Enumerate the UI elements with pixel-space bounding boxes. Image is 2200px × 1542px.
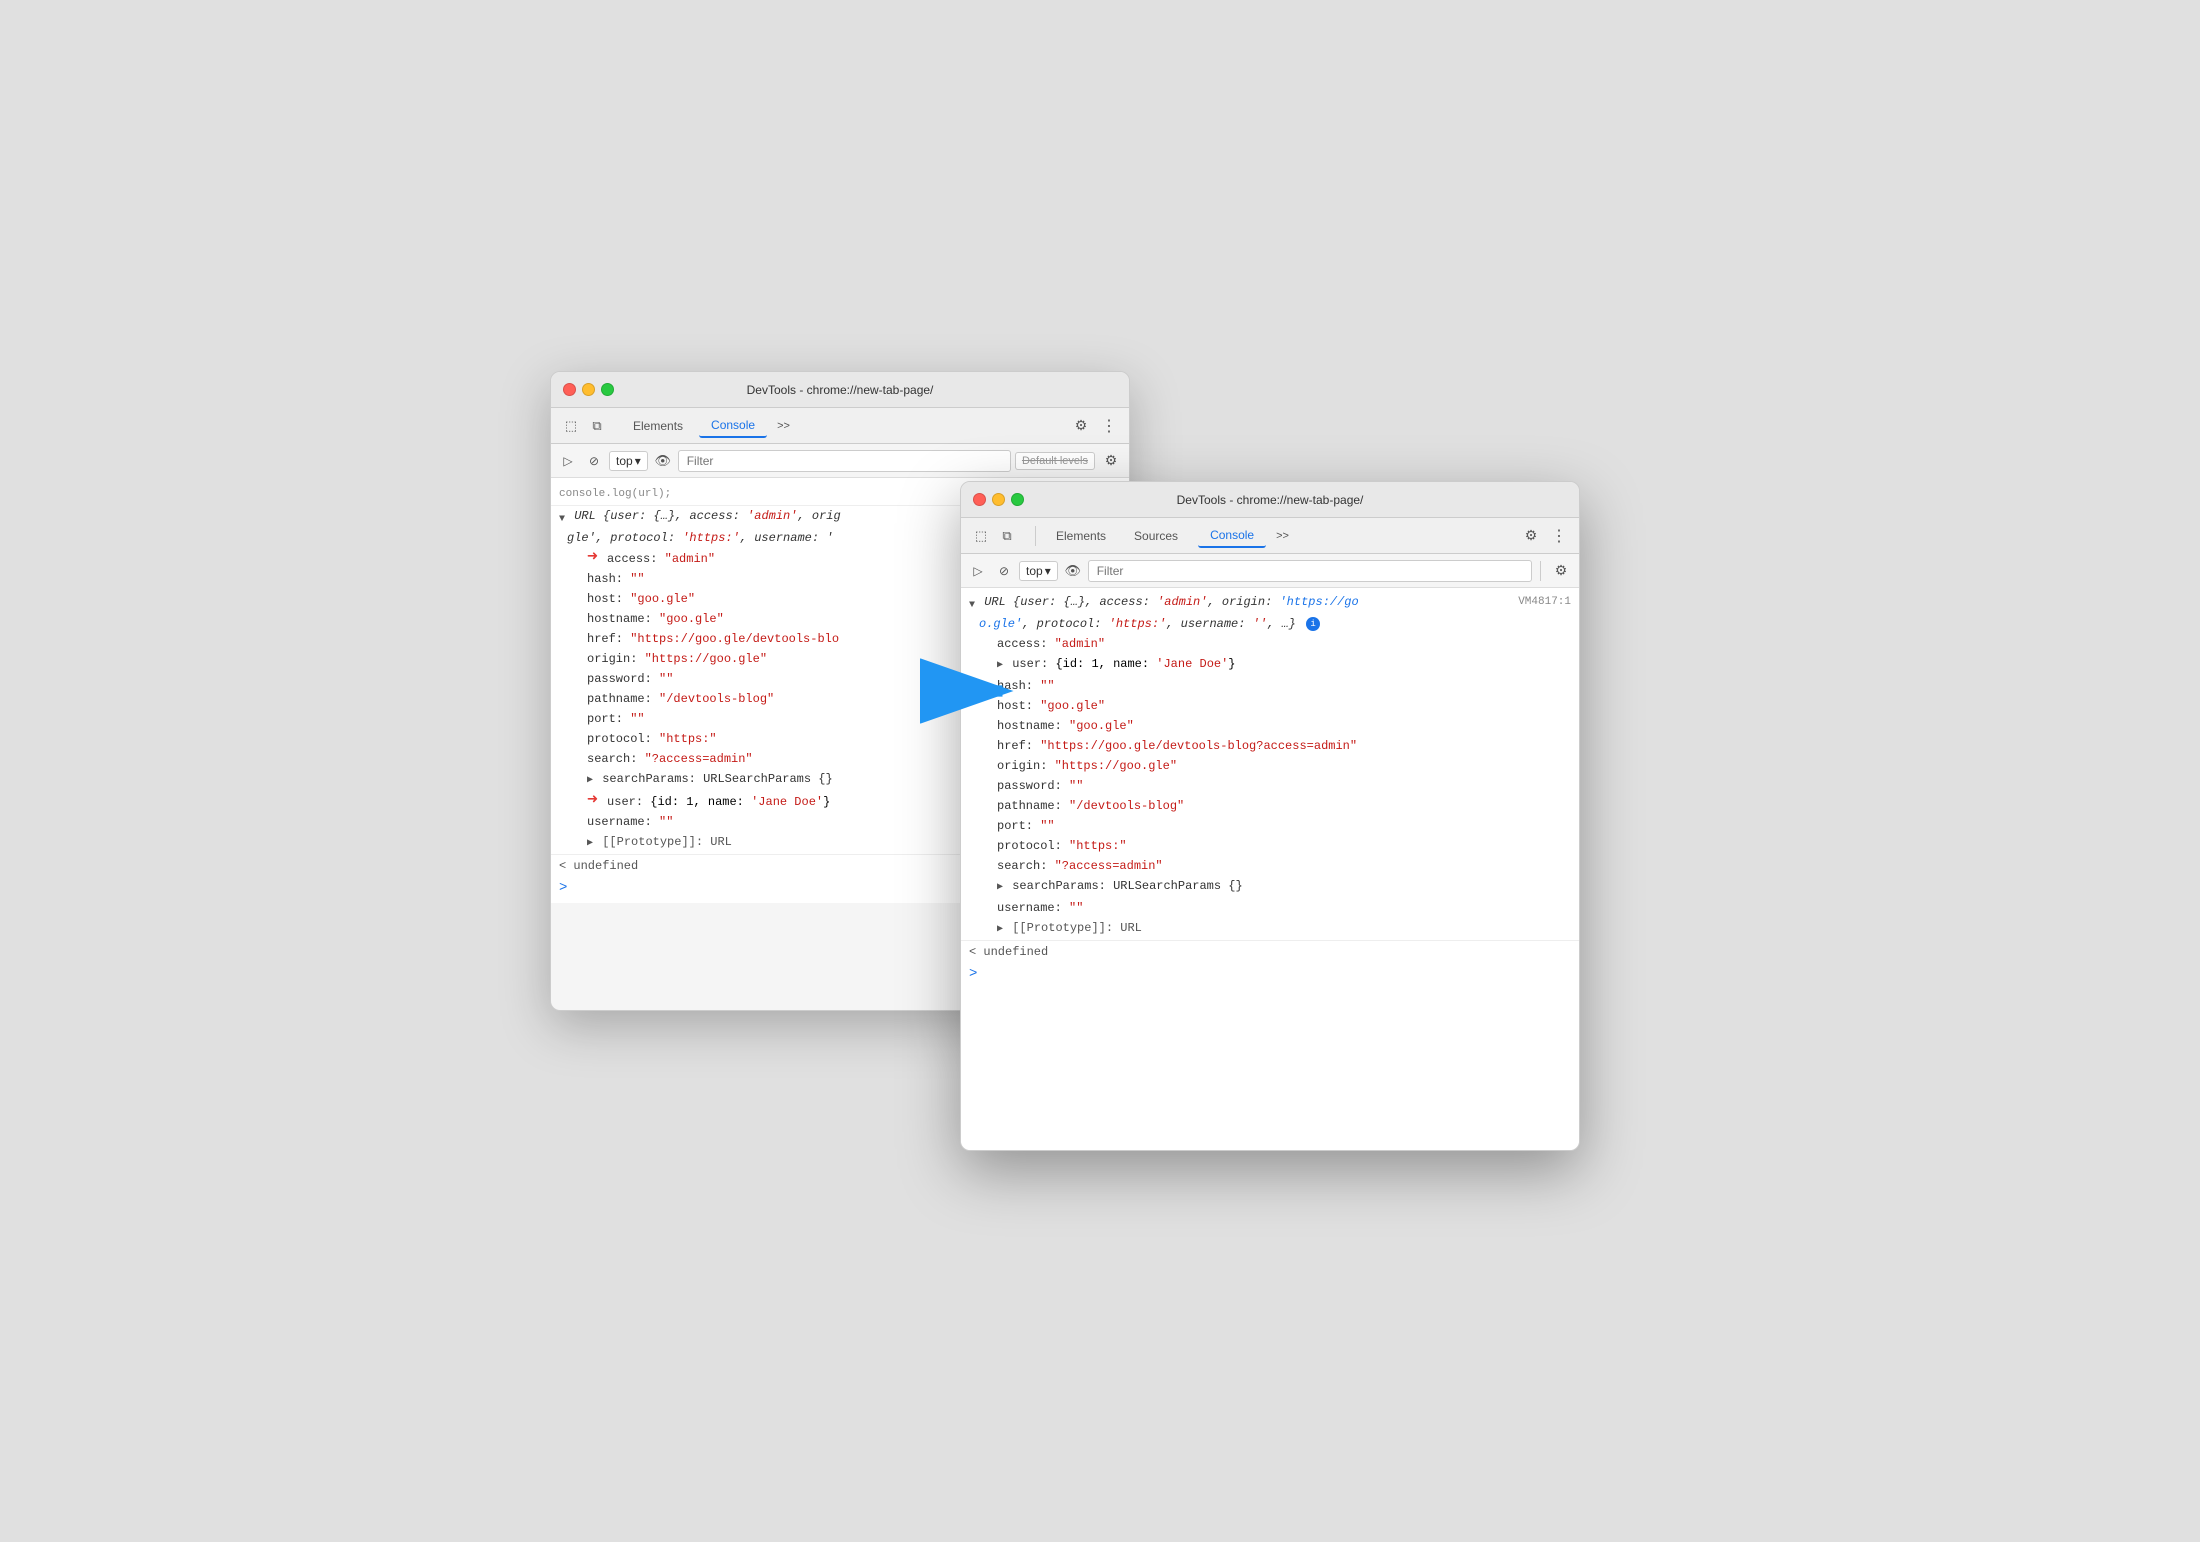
clear-icon-front[interactable]: ▷ bbox=[967, 560, 989, 582]
href-line-front: href: "https://goo.gle/devtools-blog?acc… bbox=[961, 736, 1579, 756]
search-line-front: search: "?access=admin" bbox=[961, 856, 1579, 876]
filter-input-back[interactable] bbox=[678, 450, 1011, 472]
tabs-row-front: ⬚ ⧉ Elements Sources Console >> ⚙ ⋮ bbox=[961, 518, 1579, 554]
minimize-button-front[interactable] bbox=[992, 493, 1005, 506]
url-obj-line-front: VM4817:1 ▼ URL {user: {…}, access: 'admi… bbox=[961, 592, 1579, 614]
settings-icon-back[interactable]: ⚙ bbox=[1069, 414, 1093, 438]
pathname-line-front: pathname: "/devtools-blog" bbox=[961, 796, 1579, 816]
ban-icon-back[interactable]: ⊘ bbox=[583, 450, 605, 472]
top-label-front: top bbox=[1026, 564, 1043, 578]
red-arrow-2: ➜ bbox=[587, 792, 598, 810]
tab-elements-front[interactable]: Elements bbox=[1044, 525, 1118, 547]
title-bar-front: DevTools - chrome://new-tab-page/ bbox=[961, 482, 1579, 518]
access-line-front: access: "admin" bbox=[961, 634, 1579, 654]
expand-searchparams-back[interactable]: ▶ bbox=[587, 775, 593, 786]
origin-line-front: origin: "https://goo.gle" bbox=[961, 756, 1579, 776]
cursor-icon-front[interactable]: ⬚ bbox=[969, 524, 993, 548]
eye-icon-front[interactable]: 👁 bbox=[1062, 560, 1084, 582]
cursor-icon-back[interactable]: ⬚ bbox=[559, 414, 583, 438]
settings-icon-front[interactable]: ⚙ bbox=[1519, 524, 1543, 548]
filter-input-front[interactable] bbox=[1088, 560, 1532, 582]
password-line-front: password: "" bbox=[961, 776, 1579, 796]
maximize-button-back[interactable] bbox=[601, 383, 614, 396]
top-dropdown-back[interactable]: top ▾ bbox=[609, 451, 648, 471]
divider-front bbox=[1035, 526, 1036, 546]
expand-searchparams-front[interactable]: ▶ bbox=[997, 882, 1003, 893]
searchparams-line-front: ▶ searchParams: URLSearchParams {} bbox=[961, 876, 1579, 898]
title-bar-back: DevTools - chrome://new-tab-page/ bbox=[551, 372, 1129, 408]
expand-url-front[interactable]: ▼ bbox=[969, 600, 975, 611]
tab-elements-back[interactable]: Elements bbox=[621, 415, 695, 437]
dropdown-arrow-front: ▾ bbox=[1045, 564, 1051, 578]
tab-console-front[interactable]: Console bbox=[1198, 524, 1266, 548]
layers-icon-front[interactable]: ⧉ bbox=[995, 524, 1019, 548]
default-levels-back[interactable]: Default levels bbox=[1015, 452, 1095, 470]
tab-icons-back: ⬚ ⧉ bbox=[559, 414, 609, 438]
tab-more-back[interactable]: >> bbox=[771, 416, 796, 436]
blue-arrow bbox=[920, 659, 1020, 724]
console-gear-back[interactable]: ⚙ bbox=[1099, 449, 1123, 473]
tab-more-front[interactable]: >> bbox=[1270, 526, 1295, 546]
close-button-back[interactable] bbox=[563, 383, 576, 396]
console-gear-front[interactable]: ⚙ bbox=[1549, 559, 1573, 583]
minimize-button-back[interactable] bbox=[582, 383, 595, 396]
toolbar-divider-front bbox=[1540, 561, 1541, 581]
prompt-line-front[interactable]: > bbox=[961, 963, 1579, 985]
traffic-lights-front bbox=[973, 493, 1024, 506]
tabs-row-back: ⬚ ⧉ Elements Console >> ⚙ ⋮ bbox=[551, 408, 1129, 444]
eye-icon-back[interactable]: 👁 bbox=[652, 450, 674, 472]
user-line-front: ▶ user: {id: 1, name: 'Jane Doe'} bbox=[961, 654, 1579, 676]
expand-prototype-front[interactable]: ▶ bbox=[997, 924, 1003, 935]
more-icon-back[interactable]: ⋮ bbox=[1097, 414, 1121, 438]
window-title-front: DevTools - chrome://new-tab-page/ bbox=[1177, 493, 1364, 507]
top-label-back: top bbox=[616, 454, 633, 468]
more-icon-front[interactable]: ⋮ bbox=[1547, 524, 1571, 548]
url-obj-line2-front: o.gle', protocol: 'https:', username: ''… bbox=[961, 614, 1579, 634]
console-toolbar-back: ▷ ⊘ top ▾ 👁 Default levels ⚙ bbox=[551, 444, 1129, 478]
vm-badge: VM4817:1 bbox=[1518, 593, 1571, 611]
layers-icon-back[interactable]: ⧉ bbox=[585, 414, 609, 438]
window-title-back: DevTools - chrome://new-tab-page/ bbox=[747, 383, 934, 397]
tab-sources-front[interactable]: Sources bbox=[1122, 525, 1190, 547]
devtools-window-front: DevTools - chrome://new-tab-page/ ⬚ ⧉ El… bbox=[960, 481, 1580, 1151]
top-dropdown-front[interactable]: top ▾ bbox=[1019, 561, 1058, 581]
traffic-lights-back bbox=[563, 383, 614, 396]
tab-icons-front: ⬚ ⧉ bbox=[969, 524, 1019, 548]
protocol-line-front: protocol: "https:" bbox=[961, 836, 1579, 856]
port-line-front: port: "" bbox=[961, 816, 1579, 836]
red-arrow-1: ➜ bbox=[587, 549, 598, 567]
ban-icon-front[interactable]: ⊘ bbox=[993, 560, 1015, 582]
username-line-front: username: "" bbox=[961, 898, 1579, 918]
tab-console-back[interactable]: Console bbox=[699, 414, 767, 438]
console-toolbar-front: ▷ ⊘ top ▾ 👁 ⚙ bbox=[961, 554, 1579, 588]
clear-icon-back[interactable]: ▷ bbox=[557, 450, 579, 472]
expand-url-arrow[interactable]: ▼ bbox=[559, 514, 565, 525]
expand-prototype-back[interactable]: ▶ bbox=[587, 838, 593, 849]
host-line-front: host: "goo.gle" bbox=[961, 696, 1579, 716]
hash-line-front: hash: "" bbox=[961, 676, 1579, 696]
close-button-front[interactable] bbox=[973, 493, 986, 506]
hostname-line-front: hostname: "goo.gle" bbox=[961, 716, 1579, 736]
info-icon-front[interactable]: i bbox=[1306, 617, 1320, 631]
prototype-line-front: ▶ [[Prototype]]: URL bbox=[961, 918, 1579, 940]
dropdown-arrow-back: ▾ bbox=[635, 454, 641, 468]
truncated-text: console.log(url); bbox=[559, 488, 671, 500]
undefined-line-front: < undefined bbox=[961, 940, 1579, 963]
maximize-button-front[interactable] bbox=[1011, 493, 1024, 506]
console-content-front: VM4817:1 ▼ URL {user: {…}, access: 'admi… bbox=[961, 588, 1579, 1150]
